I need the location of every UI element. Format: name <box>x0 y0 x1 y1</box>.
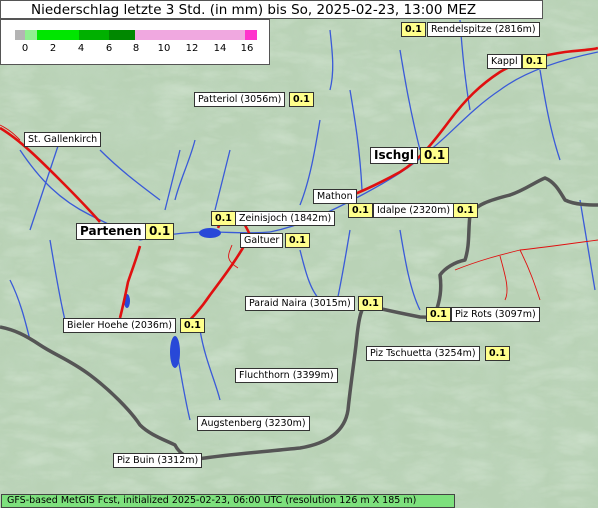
terrain-layer <box>0 0 598 508</box>
legend-tick: 2 <box>49 43 57 54</box>
legend-tick: 8 <box>132 43 140 54</box>
place-label-zeinisjoch: Zeinisjoch (1842m) <box>235 211 336 226</box>
legend-tick: 4 <box>77 43 85 54</box>
place-label-kappl: Kappl <box>487 54 522 69</box>
place-label-partenen: Partenen <box>76 223 146 240</box>
place-label-piz-rots: Piz Rots (3097m) <box>451 307 540 322</box>
legend-color-mid <box>79 30 109 40</box>
precip-value-galtuer: 0.1 <box>285 233 310 248</box>
precip-value-zeinisjoch: 0.1 <box>211 211 236 226</box>
precip-value-piz-rots: 0.1 <box>426 307 451 322</box>
precip-value-kappl: 0.1 <box>522 54 547 69</box>
legend-color-max <box>245 30 257 40</box>
legend-color-trace <box>25 30 37 40</box>
map-title: Niederschlag letzte 3 Std. (in mm) bis S… <box>31 2 477 18</box>
legend-color-zero <box>15 30 25 40</box>
precip-value-ischgl: 0.1 <box>420 147 450 164</box>
place-label-rendelspitze: Rendelspitze (2816m) <box>427 22 540 37</box>
place-label-augstenberg: Augstenberg (3230m) <box>197 416 310 431</box>
place-label-idalpe: Idalpe (2320m) <box>373 203 455 218</box>
legend-tick: 14 <box>213 43 227 54</box>
precip-value-idalpe-2: 0.1 <box>453 203 478 218</box>
legend-color-dark <box>109 30 135 40</box>
precip-value-rendelspitze: 0.1 <box>401 22 426 37</box>
legend-color-high <box>135 30 245 40</box>
legend-tick: 10 <box>157 43 171 54</box>
legend-color-low <box>37 30 79 40</box>
place-label-piz-buin: Piz Buin (3312m) <box>113 453 203 468</box>
place-label-galtuer: Galtuer <box>240 233 284 248</box>
place-label-fluchthorn: Fluchthorn (3399m) <box>235 368 338 383</box>
place-label-bieler-hoehe: Bieler Hoehe (2036m) <box>63 318 176 333</box>
lake <box>170 336 180 368</box>
place-label-ischgl: Ischgl <box>370 147 418 164</box>
place-label-mathon: Mathon <box>313 189 357 204</box>
precip-value-paraid-naira: 0.1 <box>358 296 383 311</box>
precip-value-partenen: 0.1 <box>145 223 175 240</box>
precipitation-map: Niederschlag letzte 3 Std. (in mm) bis S… <box>0 0 598 508</box>
precipitation-legend: 0 2 4 6 8 10 12 14 16 <box>0 19 270 65</box>
precip-value-idalpe: 0.1 <box>348 203 373 218</box>
forecast-info-footer: GFS-based MetGIS Fcst, initialized 2025-… <box>1 494 455 508</box>
precip-value-piz-tschuetta: 0.1 <box>485 346 510 361</box>
legend-tick: 16 <box>240 43 254 54</box>
place-label-piz-tschuetta: Piz Tschuetta (3254m) <box>366 346 480 361</box>
title-box: Niederschlag letzte 3 Std. (in mm) bis S… <box>0 0 543 19</box>
legend-tick: 6 <box>105 43 113 54</box>
place-label-patteriol: Patteriol (3056m) <box>194 92 286 107</box>
place-label-st-gallenkirch: St. Gallenkirch <box>24 132 102 147</box>
legend-tick: 0 <box>21 43 29 54</box>
legend-tick: 12 <box>185 43 199 54</box>
precip-value-bieler-hoehe: 0.1 <box>180 318 205 333</box>
lake <box>199 228 221 238</box>
place-label-paraid-naira: Paraid Naira (3015m) <box>245 296 355 311</box>
precip-value-patteriol: 0.1 <box>289 92 314 107</box>
